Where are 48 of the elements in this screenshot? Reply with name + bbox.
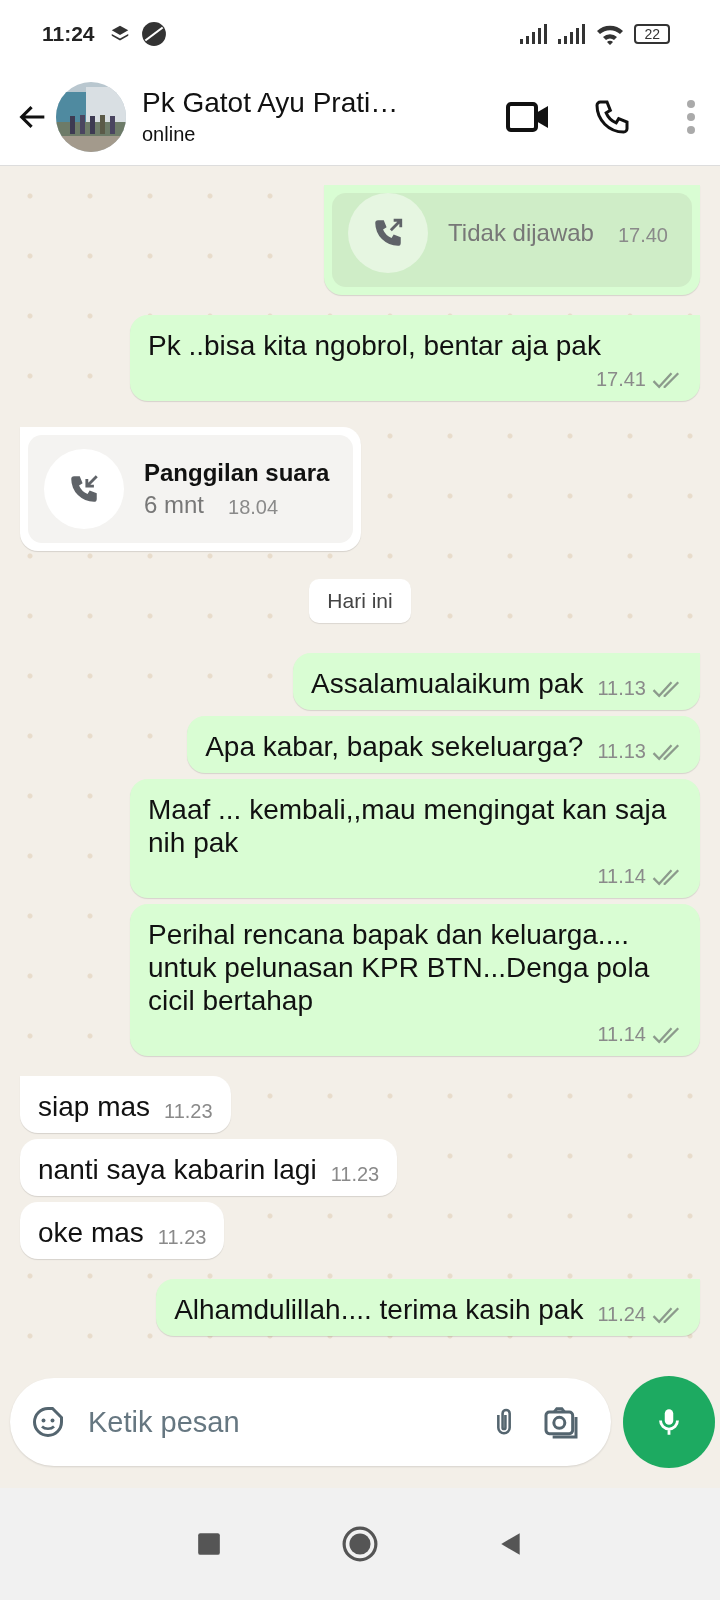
- message-text: siap mas: [38, 1090, 151, 1123]
- message-text: Assalamualaikum pak: [311, 667, 584, 700]
- message-text: Pk ..bisa kita ngobrol, bentar aja pak: [148, 329, 601, 362]
- call-detail: 6 mnt: [144, 491, 205, 519]
- message-input[interactable]: Ketik pesan: [86, 1404, 467, 1440]
- sticker-icon[interactable]: [30, 1404, 66, 1440]
- message-text: Perihal rencana bapak dan keluarga.... untuk pelunasan KPR BTN...Denga pola cicil bertahap: [148, 918, 651, 1017]
- message-bubble[interactable]: siap mas 11.23: [20, 1076, 231, 1133]
- message-bubble[interactable]: nanti saya kabarin lagi 11.23: [20, 1139, 398, 1196]
- message-time: 17.40: [617, 224, 668, 247]
- message-time: 11.24: [597, 1303, 646, 1326]
- message-input-field[interactable]: Ketik pesan: [10, 1378, 611, 1466]
- home-icon[interactable]: [342, 1526, 378, 1562]
- message-text: Alhamdulillah.... terima kasih pak: [174, 1293, 584, 1326]
- video-call-icon[interactable]: [506, 99, 550, 134]
- call-bubble[interactable]: Panggilan suara 6 mnt 18.04: [20, 427, 362, 551]
- call-bubble[interactable]: Tidak dijawab 17.40: [324, 185, 700, 295]
- wifi-icon: [596, 23, 625, 45]
- message-time: 11.13: [597, 677, 646, 700]
- contact-status: online: [142, 123, 197, 146]
- signal-icon: [558, 24, 587, 44]
- call-detail: Tidak dijawab: [448, 219, 594, 247]
- message-text: nanti saya kabarin lagi: [38, 1153, 317, 1186]
- message-bubble[interactable]: oke mas 11.23: [20, 1202, 225, 1259]
- message-time: 11.23: [330, 1163, 380, 1186]
- message-time: 11.14: [597, 865, 646, 888]
- message-bubble[interactable]: Pk ..bisa kita ngobrol, bentar aja pak 17.41: [130, 315, 700, 401]
- message-bubble[interactable]: Alhamdulillah.... terima kasih pak 11.24: [156, 1279, 700, 1336]
- message-bubble[interactable]: Maaf ... kembali,,mau mengingat kan saja nih pak 11.14: [130, 779, 700, 898]
- clock-time: 11:24: [42, 22, 95, 46]
- message-time: 11.13: [597, 740, 646, 763]
- contact-name[interactable]: Pk Gatot Ayu Prati…: [142, 87, 464, 119]
- signal-icon: [520, 24, 549, 44]
- message-text: Maaf ... kembali,,mau mengingat kan saja nih pak: [148, 793, 668, 859]
- battery-indicator: 22: [634, 24, 670, 44]
- message-time: 18.04: [228, 496, 279, 519]
- recent-apps-icon[interactable]: [196, 1531, 222, 1557]
- message-text: Apa kabar, bapak sekeluarga?: [205, 730, 584, 763]
- message-time: 11.23: [157, 1226, 207, 1249]
- message-bubble[interactable]: Apa kabar, bapak sekeluarga? 11.13: [187, 716, 700, 773]
- date-chip: Hari ini: [309, 579, 411, 623]
- message-time: 11.14: [597, 1023, 646, 1046]
- message-time: 17.41: [595, 368, 646, 391]
- call-title: Panggilan suara: [144, 459, 330, 487]
- message-bubble[interactable]: Perihal rencana bapak dan keluarga.... untuk pelunasan KPR BTN...Denga pola cicil bertahap 11.14: [130, 904, 700, 1056]
- message-bubble[interactable]: Assalamualaikum pak 11.13: [293, 653, 700, 710]
- message-time: 11.23: [164, 1100, 213, 1123]
- message-text: oke mas: [38, 1216, 144, 1249]
